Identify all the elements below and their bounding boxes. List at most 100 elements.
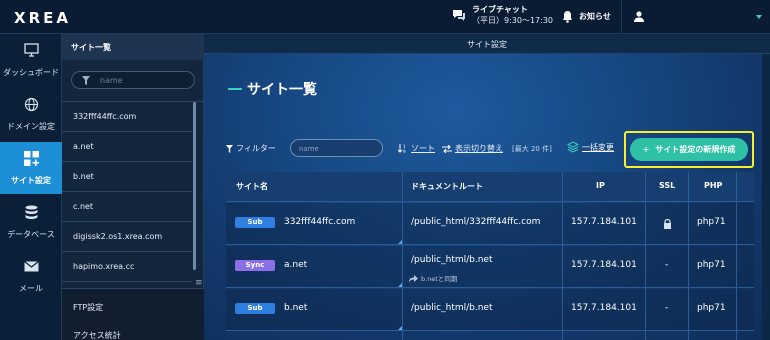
share-arrow-icon bbox=[409, 274, 418, 282]
sort-icon: 19 bbox=[398, 144, 406, 153]
sidebar-item-site[interactable]: a.net bbox=[62, 132, 192, 162]
sidebar-item-site[interactable]: hapimo.xrea.cc bbox=[62, 252, 192, 282]
sidebar-item-site[interactable]: 332fff44ffc.com bbox=[62, 102, 192, 132]
sync-note-text: b.netと同期 bbox=[421, 275, 458, 283]
nav-label: データベース bbox=[7, 230, 55, 239]
plus-icon: + bbox=[642, 145, 650, 154]
sidebar-search[interactable] bbox=[71, 71, 195, 89]
ssl-status: - bbox=[665, 260, 669, 270]
bulk-edit-link[interactable]: 一括変更 bbox=[567, 141, 614, 153]
database-icon bbox=[25, 205, 38, 219]
sub-badge: Sub bbox=[235, 217, 275, 228]
php-version: php71 bbox=[697, 303, 726, 313]
nav-mail[interactable]: メール bbox=[0, 250, 62, 302]
site-name[interactable]: b.net bbox=[284, 303, 307, 313]
livechat-link[interactable]: ライブチャット （平日）9:30～17:30 bbox=[452, 4, 553, 26]
page-subheader: サイト設定 bbox=[204, 34, 770, 54]
col-ip[interactable]: IP bbox=[596, 181, 605, 190]
docroot: /public_html/b.net bbox=[411, 255, 493, 265]
nav-label: ドメイン設定 bbox=[7, 122, 55, 131]
sub-badge: Sub bbox=[235, 303, 275, 314]
max-count-label: [最大 20 件] bbox=[512, 145, 552, 153]
top-bar: XREA ライブチャット （平日）9:30～17:30 お知らせ bbox=[0, 0, 770, 34]
sidebar-title: サイト一覧 bbox=[62, 34, 204, 60]
nav-domain[interactable]: ドメイン設定 bbox=[0, 88, 62, 140]
page-title-text: サイト一覧 bbox=[247, 82, 317, 98]
sidebar-item-site[interactable]: b.net bbox=[62, 162, 192, 192]
filter-icon bbox=[226, 144, 233, 153]
site-name[interactable]: 332fff44ffc.com bbox=[284, 217, 355, 227]
left-nav: ダッシュボード ドメイン設定 サイト設定 データベース メール bbox=[0, 34, 62, 340]
site-name[interactable]: a.net bbox=[284, 260, 307, 270]
sidebar-item-site[interactable]: c.net bbox=[62, 192, 192, 222]
logo[interactable]: XREA bbox=[14, 9, 71, 27]
col-docroot[interactable]: ドキュメントルート bbox=[411, 181, 483, 192]
nav-label: ダッシュボード bbox=[3, 68, 59, 77]
ip-address: 157.7.184.101 bbox=[571, 217, 637, 227]
view-toggle-link[interactable]: 表示切り替え bbox=[442, 143, 503, 154]
sync-note: b.netと同期 bbox=[409, 273, 457, 283]
ip-address: 157.7.184.101 bbox=[571, 260, 637, 270]
filter-label-text: フィルター bbox=[236, 144, 276, 153]
table-header: サイト名 ドキュメントルート IP SSL PHP bbox=[226, 172, 754, 202]
filter-label: フィルター bbox=[226, 143, 276, 154]
lock-icon bbox=[664, 219, 671, 229]
php-version: php71 bbox=[697, 260, 726, 270]
nav-label: サイト設定 bbox=[11, 176, 51, 185]
sidebar-search-input[interactable] bbox=[100, 75, 188, 86]
ip-address: 157.7.184.101 bbox=[571, 303, 637, 313]
new-site-button[interactable]: + サイト設定の新規作成 bbox=[630, 138, 748, 161]
chat-icon bbox=[453, 10, 465, 21]
nav-site[interactable]: サイト設定 bbox=[0, 142, 62, 194]
col-php[interactable]: PHP bbox=[704, 181, 722, 190]
toolbar: フィルター 19 ソート 表示切り替え [最大 20 件] 一括変更 + サイト設… bbox=[226, 131, 756, 168]
new-site-button-label: サイト設定の新規作成 bbox=[655, 145, 736, 154]
mail-icon bbox=[24, 261, 39, 272]
docroot: /public_html/332fff44ffc.com bbox=[411, 217, 541, 227]
php-version: php71 bbox=[697, 217, 726, 227]
globe-icon bbox=[24, 97, 39, 112]
col-ssl[interactable]: SSL bbox=[659, 181, 675, 190]
site-sidebar: サイト一覧 332fff44ffc.com a.net b.net c.net … bbox=[62, 34, 204, 340]
notice-label: お知らせ bbox=[579, 12, 611, 21]
filter-input[interactable] bbox=[299, 143, 377, 154]
table-row[interactable]: Sub b.net /public_html/b.net 157.7.184.1… bbox=[226, 289, 754, 331]
table-row[interactable]: Sub 332fff44ffc.com /public_html/332fff4… bbox=[226, 203, 754, 245]
monitor-icon bbox=[24, 43, 39, 57]
swap-icon bbox=[442, 144, 452, 153]
user-icon bbox=[634, 11, 644, 22]
column-divider bbox=[402, 172, 403, 340]
nav-database[interactable]: データベース bbox=[0, 196, 62, 248]
filter-icon bbox=[82, 76, 90, 85]
sort-link[interactable]: 19 ソート bbox=[398, 143, 435, 154]
col-site-name[interactable]: サイト名 bbox=[236, 181, 268, 192]
layers-icon bbox=[567, 141, 579, 153]
sidebar-item-access-stats[interactable]: アクセス統計 bbox=[73, 330, 121, 340]
table-row[interactable]: Sync a.net /public_html/b.net b.netと同期 1… bbox=[226, 246, 754, 288]
user-menu[interactable] bbox=[621, 0, 770, 34]
filter-input-box[interactable] bbox=[290, 139, 383, 157]
nav-label: メール bbox=[19, 284, 43, 293]
main-panel: サイト一覧 フィルター 19 ソート 表示切り替え [最大 20 件] 一括変更… bbox=[204, 54, 762, 340]
nav-dashboard[interactable]: ダッシュボード bbox=[0, 34, 62, 86]
highlight-frame: + サイト設定の新規作成 bbox=[624, 131, 754, 168]
column-divider bbox=[562, 172, 563, 340]
grid-plus-icon bbox=[24, 151, 39, 166]
site-table: サイト名 ドキュメントルート IP SSL PHP Sub 332fff44ff… bbox=[226, 172, 754, 340]
sort-label: ソート bbox=[411, 144, 435, 153]
page-title: サイト一覧 bbox=[228, 79, 317, 99]
column-divider bbox=[736, 172, 737, 340]
livechat-title: ライブチャット bbox=[472, 5, 528, 14]
sidebar-scrollbar[interactable] bbox=[193, 102, 196, 270]
sidebar-item-ftp[interactable]: FTP設定 bbox=[73, 302, 103, 313]
chevron-down-icon bbox=[756, 15, 762, 19]
bell-icon bbox=[563, 11, 572, 23]
resize-grip-icon[interactable]: ≡ bbox=[195, 278, 203, 288]
sidebar-item-site[interactable]: digissk2.os1.xrea.com bbox=[62, 222, 192, 252]
docroot: /public_html/b.net bbox=[411, 303, 493, 313]
column-divider bbox=[645, 172, 646, 340]
ssl-status: - bbox=[665, 303, 669, 313]
column-divider bbox=[688, 172, 689, 340]
livechat-hours: （平日）9:30～17:30 bbox=[472, 16, 554, 25]
notice-link[interactable]: お知らせ bbox=[562, 10, 611, 23]
